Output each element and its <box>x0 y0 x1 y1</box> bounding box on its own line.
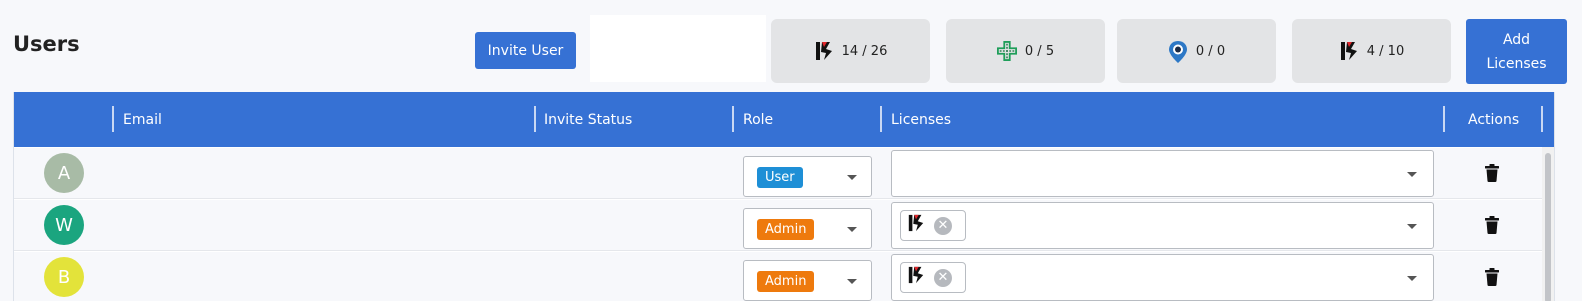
scrollbar-thumb[interactable] <box>1545 153 1551 301</box>
hs-logo-icon <box>1339 40 1359 62</box>
hs-logo-icon <box>907 212 925 239</box>
license-count: 0 / 5 <box>1024 43 1055 59</box>
licenses-select[interactable] <box>891 150 1434 197</box>
column-divider <box>732 106 734 132</box>
remove-chip-icon[interactable]: ✕ <box>934 268 952 287</box>
column-divider <box>1541 106 1543 132</box>
role-badge: Admin <box>757 271 815 292</box>
column-divider <box>534 106 536 132</box>
green-cross-icon <box>996 40 1017 62</box>
avatar: A <box>44 153 84 193</box>
invite-user-button[interactable]: Invite User <box>475 32 576 69</box>
page-title: Users <box>13 32 80 56</box>
column-divider <box>1443 106 1445 132</box>
table-row: A User <box>14 148 1542 199</box>
license-chip: ✕ <box>900 262 966 293</box>
add-licenses-button[interactable]: Add Licenses <box>1466 19 1567 84</box>
licenses-select[interactable]: ✕ <box>891 202 1434 249</box>
avatar: B <box>44 257 84 297</box>
chevron-down-icon <box>1407 172 1417 177</box>
column-header-actions: Actions <box>1468 111 1520 128</box>
table-header: Email Invite Status Role Licenses Action… <box>14 92 1554 147</box>
users-page: Users Invite User 14 / 26 0 / 5 0 / 0 4 … <box>0 0 1582 301</box>
column-header-email[interactable]: Email <box>123 92 162 147</box>
chevron-down-icon <box>847 279 857 284</box>
license-count-card: 4 / 10 <box>1292 19 1451 83</box>
table-row: B Admin ✕ <box>14 252 1542 301</box>
trash-icon[interactable] <box>1484 268 1500 286</box>
column-header-licenses[interactable]: Licenses <box>891 92 951 147</box>
trash-icon[interactable] <box>1484 164 1500 182</box>
chevron-down-icon <box>1407 224 1417 229</box>
column-divider <box>112 106 114 132</box>
license-count-card: 0 / 5 <box>946 19 1105 83</box>
role-select[interactable]: User <box>743 156 872 197</box>
trash-icon[interactable] <box>1484 216 1500 234</box>
role-badge: Admin <box>757 219 815 240</box>
license-count: 14 / 26 <box>841 43 888 59</box>
avatar: W <box>44 205 84 245</box>
licenses-select[interactable]: ✕ <box>891 254 1434 301</box>
blank-panel <box>590 15 766 82</box>
license-count-card: 14 / 26 <box>771 19 930 83</box>
chevron-down-icon <box>847 227 857 232</box>
role-select[interactable]: Admin <box>743 260 872 301</box>
users-table: Email Invite Status Role Licenses Action… <box>13 92 1555 301</box>
chevron-down-icon <box>847 175 857 180</box>
remove-chip-icon[interactable]: ✕ <box>934 216 952 235</box>
table-row: W Admin ✕ <box>14 200 1542 251</box>
hs-logo-icon <box>907 264 925 291</box>
role-badge: User <box>757 167 803 188</box>
column-divider <box>880 106 882 132</box>
column-header-role[interactable]: Role <box>743 92 773 147</box>
role-select[interactable]: Admin <box>743 208 872 249</box>
license-chip: ✕ <box>900 210 966 241</box>
hs-logo-icon <box>814 40 834 62</box>
chevron-down-icon <box>1407 276 1417 281</box>
table-scrollbar[interactable] <box>1542 147 1554 301</box>
license-count-card: 0 / 0 <box>1117 19 1276 83</box>
license-count: 0 / 0 <box>1195 43 1226 59</box>
map-pin-icon <box>1168 40 1188 63</box>
license-count: 4 / 10 <box>1366 43 1405 59</box>
column-header-invite-status[interactable]: Invite Status <box>544 92 632 147</box>
